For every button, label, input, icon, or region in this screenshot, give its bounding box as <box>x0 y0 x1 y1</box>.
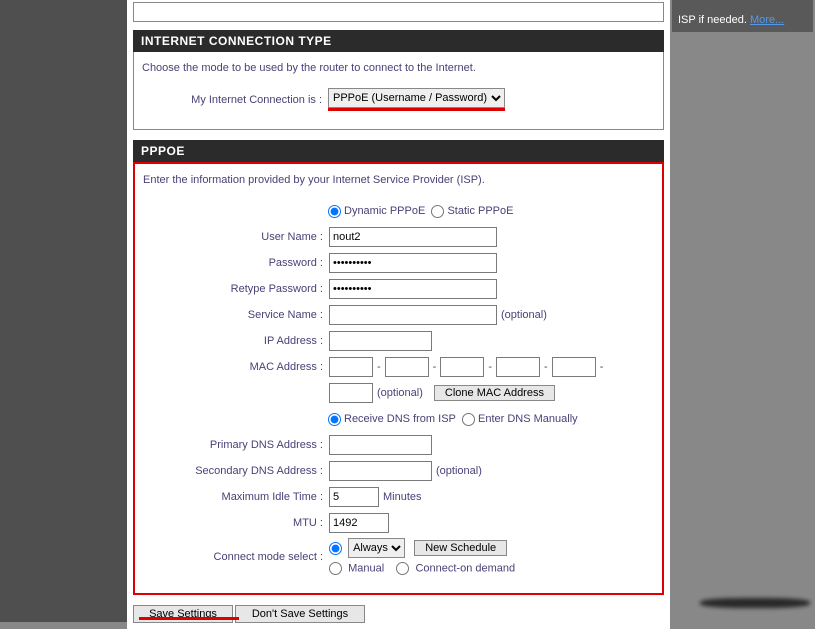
service-name-input[interactable] <box>329 305 497 325</box>
static-pppoe-radio[interactable] <box>431 205 444 218</box>
dont-save-settings-button[interactable]: Don't Save Settings <box>235 605 365 623</box>
mac-input-5[interactable] <box>552 357 596 377</box>
mac-input-3[interactable] <box>440 357 484 377</box>
sdns-optional: (optional) <box>436 465 482 477</box>
static-pppoe-label: Static PPPoE <box>447 205 513 217</box>
minutes-label: Minutes <box>383 491 422 503</box>
dns-mode-row: Receive DNS from ISP Enter DNS Manually <box>143 408 654 430</box>
ict-description: Choose the mode to be used by the router… <box>142 62 655 74</box>
connection-type-select[interactable]: PPPoE (Username / Password) <box>328 88 505 108</box>
decorative-smudge <box>700 598 810 608</box>
section-header-pppoe: PPPOE <box>133 140 664 162</box>
clone-mac-button[interactable]: Clone MAC Address <box>434 385 555 401</box>
dns-isp-label: Receive DNS from ISP <box>344 413 456 425</box>
mac-input-4[interactable] <box>496 357 540 377</box>
primary-dns-label: Primary DNS Address : <box>143 439 329 451</box>
connect-manual-radio[interactable] <box>329 562 342 575</box>
mac-optional: (optional) <box>377 387 423 399</box>
mtu-label: MTU : <box>143 517 329 529</box>
service-optional: (optional) <box>501 309 547 321</box>
mtu-input[interactable] <box>329 513 389 533</box>
top-blank-box <box>133 2 664 22</box>
ip-address-label: IP Address : <box>143 335 329 347</box>
connect-ondemand-label: Connect-on demand <box>415 562 515 574</box>
dynamic-pppoe-radio[interactable] <box>328 205 341 218</box>
main-panel: INTERNET CONNECTION TYPE Choose the mode… <box>127 0 670 629</box>
mac-address-label: MAC Address : <box>143 361 329 373</box>
password-label: Password : <box>143 257 329 269</box>
ict-conn-label: My Internet Connection is : <box>142 94 328 106</box>
connect-always-select[interactable]: Always <box>348 538 405 558</box>
pppoe-description: Enter the information provided by your I… <box>143 174 654 186</box>
mac-input-2[interactable] <box>385 357 429 377</box>
save-underline-indicator <box>139 617 239 620</box>
pppoe-mode-row: Dynamic PPPoE Static PPPoE <box>143 200 654 222</box>
user-name-input[interactable] <box>329 227 497 247</box>
connect-manual-label: Manual <box>348 562 384 574</box>
mac-input-6[interactable] <box>329 383 373 403</box>
help-text: ISP if needed. <box>678 14 747 26</box>
more-link[interactable]: More... <box>750 14 784 26</box>
section-body-pppoe: Enter the information provided by your I… <box>133 162 664 595</box>
connect-mode-label: Connect mode select : <box>143 551 329 563</box>
connect-always-radio[interactable] <box>329 542 342 555</box>
retype-password-input[interactable] <box>329 279 497 299</box>
section-header-ict: INTERNET CONNECTION TYPE <box>133 30 664 52</box>
section-body-ict: Choose the mode to be used by the router… <box>133 52 664 130</box>
idle-time-input[interactable] <box>329 487 379 507</box>
ip-address-input[interactable] <box>329 331 432 351</box>
dns-manual-label: Enter DNS Manually <box>478 413 578 425</box>
mac-input-1[interactable] <box>329 357 373 377</box>
bottom-buttons: Save Settings Don't Save Settings <box>133 605 664 623</box>
mac-address-fields: - - - - - <box>329 357 603 377</box>
password-input[interactable] <box>329 253 497 273</box>
save-settings-button[interactable]: Save Settings <box>133 605 233 623</box>
service-name-label: Service Name : <box>143 309 329 321</box>
secondary-dns-label: Secondary DNS Address : <box>143 465 329 477</box>
dynamic-pppoe-label: Dynamic PPPoE <box>344 205 425 217</box>
user-label: User Name : <box>143 231 329 243</box>
dns-isp-radio[interactable] <box>328 413 341 426</box>
dns-manual-radio[interactable] <box>462 413 475 426</box>
new-schedule-button[interactable]: New Schedule <box>414 540 507 556</box>
retype-password-label: Retype Password : <box>143 283 329 295</box>
secondary-dns-input[interactable] <box>329 461 432 481</box>
connect-ondemand-radio[interactable] <box>396 562 409 575</box>
idle-label: Maximum Idle Time : <box>143 491 329 503</box>
primary-dns-input[interactable] <box>329 435 432 455</box>
help-sidebar: ISP if needed. More... <box>672 0 813 32</box>
